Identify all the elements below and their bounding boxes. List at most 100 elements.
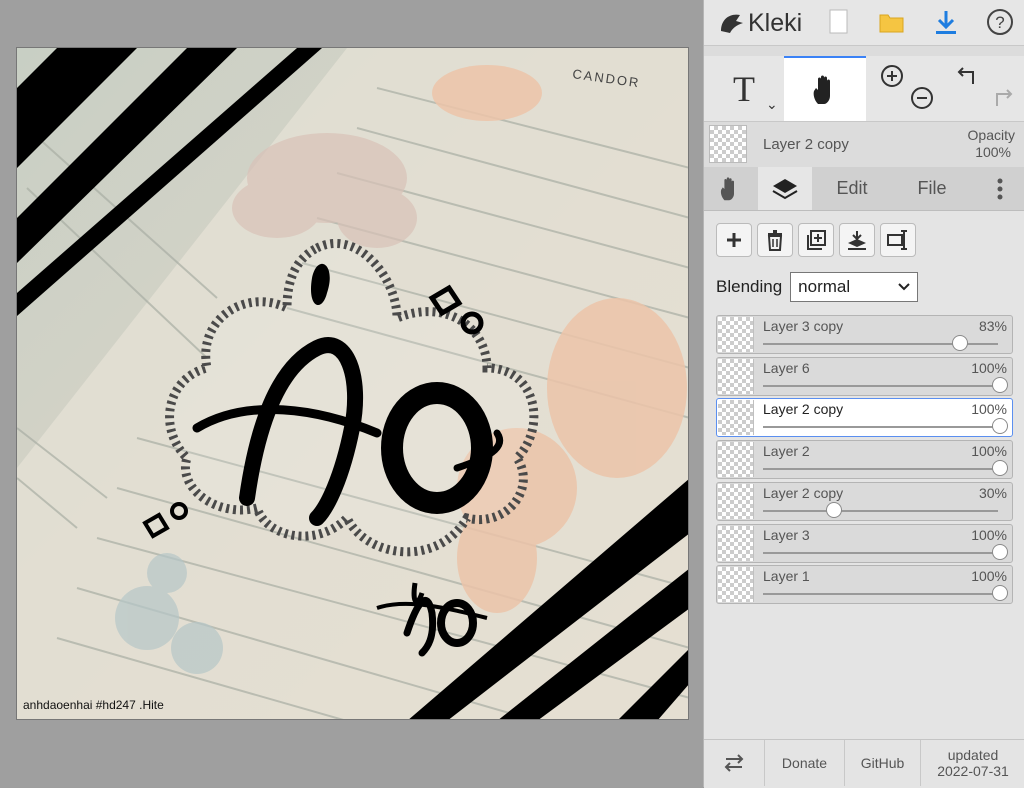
layer-row[interactable]: Layer 2 copy 100% [716,398,1013,437]
opacity-slider-knob[interactable] [826,502,842,518]
swap-arrows-icon [724,754,744,772]
opacity-slider-track[interactable] [763,468,998,470]
layer-name: Layer 2 [763,443,810,459]
chevron-down-icon [898,283,910,291]
layer-opacity: 100% [971,568,1007,584]
add-layer-button[interactable] [716,223,752,257]
rename-layer-button[interactable] [880,223,916,257]
download-icon [936,11,956,34]
layer-name: Layer 3 copy [763,318,844,334]
opacity-slider-knob[interactable] [992,418,1008,434]
current-layer-name: Layer 2 copy [763,136,849,153]
undo-button[interactable] [954,56,984,96]
rename-icon [887,230,907,250]
layer-row[interactable]: Layer 1 100% [716,565,1013,604]
updated-info[interactable]: updated 2022-07-31 [920,740,1024,786]
layer-thumbnail [718,317,754,352]
layer-row[interactable]: Layer 6 100% [716,357,1013,396]
layers-icon [772,178,798,199]
hand-icon [813,75,830,104]
layers-panel: Blending normal Layer 3 copy 83% Layer 6 10… [704,211,1024,739]
opacity-slider-track[interactable] [763,426,998,428]
layer-row[interactable]: Layer 2 100% [716,440,1013,479]
watermark-text: anhdaoenhai #hd247 .Hite [23,698,164,712]
tab-file[interactable]: File [894,167,970,210]
layer-opacity: 100% [971,401,1007,417]
github-link[interactable]: GitHub [844,740,920,786]
duplicate-layer-button[interactable] [798,223,834,257]
svg-text:?: ? [995,13,1004,32]
tab-hand[interactable] [704,167,756,210]
help-button[interactable]: ? [982,4,1018,40]
kleki-logo-icon [721,14,743,33]
more-menu-button[interactable] [980,167,1020,210]
help-icon: ? [987,9,1013,35]
layer-opacity: 100% [971,527,1007,543]
text-tool-button[interactable]: T ⌄ [704,56,784,121]
open-folder-icon [879,14,904,33]
opacity-slider-knob[interactable] [992,544,1008,560]
tab-edit[interactable]: Edit [814,167,890,210]
layer-row[interactable]: Layer 3 100% [716,524,1013,563]
zoom-out-button[interactable] [904,78,940,118]
layer-opacity: 100% [971,443,1007,459]
footer-bar: Donate GitHub updated 2022-07-31 [704,739,1024,788]
opacity-slider-knob[interactable] [992,460,1008,476]
opacity-slider-knob[interactable] [992,377,1008,393]
opacity-value: 100% [975,144,1011,160]
panel-tabs: Edit File [704,167,1024,211]
layer-row[interactable]: Layer 2 copy 30% [716,482,1013,521]
layer-opacity: 100% [971,360,1007,376]
drawing-canvas[interactable]: CANDOR anhdaoenhai #hd247 .Hite [16,47,689,720]
opacity-slider-knob[interactable] [992,585,1008,601]
tab-layers[interactable] [758,167,812,210]
merge-down-button[interactable] [839,223,875,257]
download-button[interactable] [928,4,964,40]
hand-tool-button[interactable] [784,56,866,121]
canvas-artwork: CANDOR anhdaoenhai #hd247 .Hite [17,48,688,719]
blending-select[interactable]: normal [790,272,919,302]
updated-date: 2022-07-31 [937,763,1009,779]
layer-thumbnail [718,359,754,394]
canvas-stage[interactable]: CANDOR anhdaoenhai #hd247 .Hite [0,0,703,787]
layer-name: Layer 2 copy [763,401,844,417]
redo-button[interactable] [986,78,1016,118]
blending-label: Blending [716,277,783,296]
updated-label: updated [947,747,999,763]
donate-link[interactable]: Donate [764,740,844,786]
layer-name: Layer 1 [763,568,810,584]
delete-layer-button[interactable] [757,223,793,257]
text-tool-icon: T [733,68,755,109]
open-file-button[interactable] [874,4,910,40]
layer-thumbnail [718,484,754,519]
top-bar: Kleki ? [704,0,1024,46]
layer-thumbnail [718,567,754,602]
new-image-button[interactable] [821,4,857,40]
layer-name: Layer 6 [763,360,810,376]
undo-icon [957,67,974,84]
zoom-in-icon [881,65,903,87]
layer-row[interactable]: Layer 3 copy 83% [716,315,1013,354]
opacity-slider-track[interactable] [763,385,998,387]
current-layer-info: Layer 2 copy Opacity 100% [704,121,1024,167]
layer-opacity: 83% [978,318,1007,334]
trash-icon [767,230,783,251]
app-name: Kleki [748,8,803,37]
tool-bar: T ⌄ [704,56,1024,122]
opacity-slider-track[interactable] [763,593,998,595]
zoom-out-icon [911,87,933,109]
opacity-label: Opacity [967,127,1015,143]
chevron-down-icon[interactable]: ⌄ [766,96,778,113]
redo-icon [996,89,1013,106]
kleki-logo[interactable]: Kleki [718,8,802,38]
swap-side-button[interactable] [704,740,764,786]
plus-icon [727,233,741,247]
opacity-slider-track[interactable] [763,552,998,554]
opacity-slider-track[interactable] [763,510,998,512]
layer-thumbnail [718,526,754,561]
opacity-slider-knob[interactable] [952,335,968,351]
layer-thumbnail [718,442,754,477]
blending-row: Blending normal [716,271,919,303]
right-panel: Kleki ? T ⌄ Layer 2 copy Opacity 100% Ed… [703,0,1024,788]
merge-down-icon [848,231,866,250]
